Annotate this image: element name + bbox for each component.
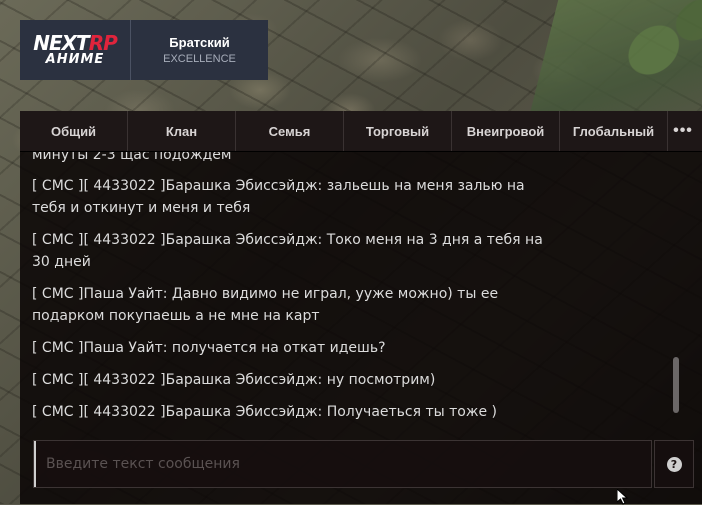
chat-message: [ СМС ]Паша Уайт: получается на откат ид… (32, 340, 386, 356)
message-input[interactable] (34, 441, 651, 487)
tab-clan[interactable]: Клан (128, 111, 236, 151)
chat-message: минуты 2-3 щас подождем (32, 152, 232, 163)
chat-message: [ СМС ]Паша Уайт: Давно видимо не играл,… (32, 286, 499, 324)
chat-message: [ СМС ][ 4433022 ]Барашка Эбиссэйдж: Пол… (32, 404, 498, 420)
server-subtitle: EXCELLENCE (163, 53, 236, 65)
question-icon: ? (666, 456, 682, 472)
chat-window: Общий Клан Семья Торговый Внеигровой Гло… (20, 111, 702, 504)
chat-message: [ СМС ][ 4433022 ]Барашка Эбиссэйдж: зал… (32, 178, 525, 216)
tab-general[interactable]: Общий (20, 111, 128, 151)
server-name: Братский (169, 35, 230, 50)
server-badge: NEXTRP АНИМЕ Братский EXCELLENCE (20, 20, 268, 80)
chat-scrollbar[interactable] (673, 357, 679, 413)
chat-message: [ СМС ][ 4433022 ]Барашка Эбиссэйдж: Ток… (32, 232, 543, 270)
chat-tabs: Общий Клан Семья Торговый Внеигровой Гло… (20, 111, 702, 152)
tab-offgame[interactable]: Внеигровой (452, 111, 560, 151)
nextrp-logo: NEXTRP АНИМЕ (20, 20, 131, 80)
message-list[interactable]: минуты 2-3 щас подождем [ СМС ][ 4433022… (20, 152, 660, 437)
tab-family[interactable]: Семья (236, 111, 344, 151)
server-info: Братский EXCELLENCE (131, 20, 268, 80)
tab-global[interactable]: Глобальный (560, 111, 668, 151)
more-tabs-icon[interactable]: ••• (668, 111, 698, 151)
logo-subtext: АНИМЕ (45, 52, 105, 67)
help-button[interactable]: ? (654, 440, 694, 488)
tab-trade[interactable]: Торговый (344, 111, 452, 151)
chat-message: [ СМС ][ 4433022 ]Барашка Эбиссэйдж: ну … (32, 372, 436, 388)
mouse-cursor-icon (617, 489, 629, 505)
message-input-box (33, 440, 652, 488)
